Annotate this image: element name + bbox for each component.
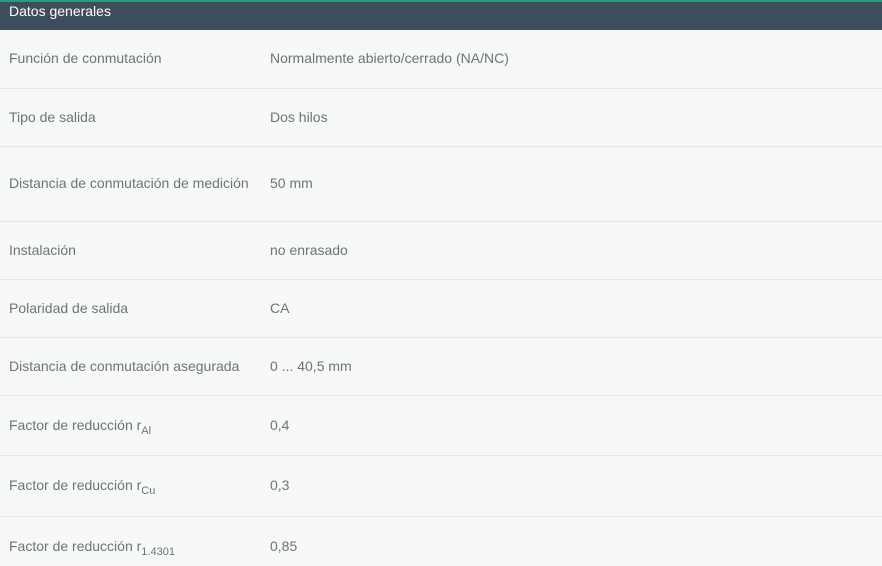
row-value: Normalmente abierto/cerrado (NA/NC) — [260, 30, 882, 89]
row-label: Función de conmutación — [0, 30, 260, 89]
row-label-text: Factor de reducción r — [9, 537, 142, 554]
table-row: Polaridad de salida CA — [0, 279, 882, 338]
row-label-subscript: Al — [141, 424, 152, 437]
row-label-text: Factor de reducción r — [9, 477, 142, 493]
row-value: 0,3 — [260, 455, 882, 517]
table-row: Distancia de conmutación de medición 50 … — [0, 146, 882, 222]
general-data-panel: Datos generales Función de conmutación N… — [0, 0, 882, 566]
table-row: Factor de reducción r1.4301 0,85 — [0, 516, 882, 566]
row-label-subscript: Cu — [141, 485, 156, 497]
properties-table: Función de conmutación Normalmente abier… — [0, 30, 882, 566]
row-label-text: Factor de reducción r — [9, 416, 142, 433]
row-label: Tipo de salida — [0, 88, 260, 147]
row-label-subscript: 1.4301 — [141, 545, 175, 558]
row-value: 0,85 — [270, 537, 298, 554]
row-value: no enrasado — [260, 221, 882, 280]
row-label: Polaridad de salida — [0, 279, 260, 338]
section-header: Datos generales — [0, 0, 882, 30]
table-row: Factor de reducción rAl 0,4 — [0, 395, 882, 456]
row-label: Factor de reducción rCu — [0, 455, 260, 517]
table-row: Función de conmutación Normalmente abier… — [0, 30, 882, 89]
row-value: Dos hilos — [260, 88, 882, 147]
table-row: Distancia de conmutación asegurada 0 ...… — [0, 337, 882, 396]
row-label: Factor de reducción rAl — [0, 395, 260, 456]
table-row: Factor de reducción rCu 0,3 — [0, 455, 882, 517]
row-label: Distancia de conmutación asegurada — [0, 337, 260, 396]
row-value: 0 ... 40,5 mm — [260, 337, 882, 396]
row-label: Instalación — [0, 221, 260, 280]
row-label: Factor de reducción r1.4301 — [0, 516, 260, 566]
row-value: 0,4 — [260, 395, 882, 456]
row-value: CA — [260, 279, 882, 338]
table-row: Tipo de salida Dos hilos — [0, 88, 882, 147]
section-title: Datos generales — [9, 3, 111, 19]
row-value: 50 mm — [260, 146, 882, 222]
table-row: Instalación no enrasado — [0, 221, 882, 280]
row-label: Distancia de conmutación de medición — [0, 146, 260, 222]
